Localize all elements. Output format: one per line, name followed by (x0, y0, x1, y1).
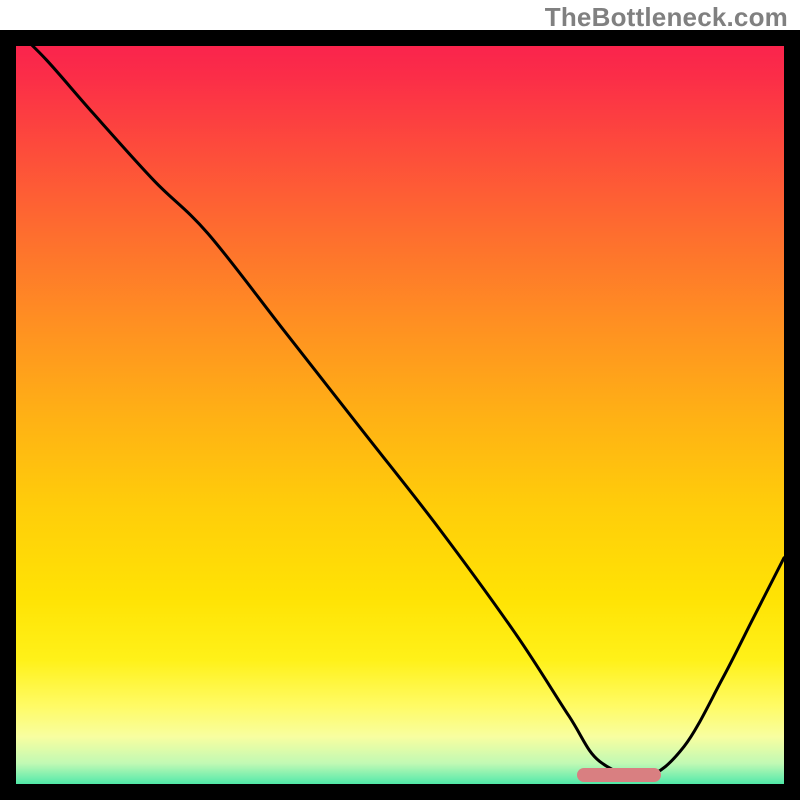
plot-border-left (0, 30, 16, 800)
plot-border-right (784, 30, 800, 800)
watermark-text: TheBottleneck.com (545, 2, 788, 33)
plot-border-top (0, 30, 800, 46)
optimal-range-marker (577, 768, 661, 782)
plot-area (16, 30, 784, 784)
chart-frame: TheBottleneck.com (0, 0, 800, 800)
bottleneck-curve (16, 30, 784, 784)
plot-border-bottom (0, 784, 800, 800)
